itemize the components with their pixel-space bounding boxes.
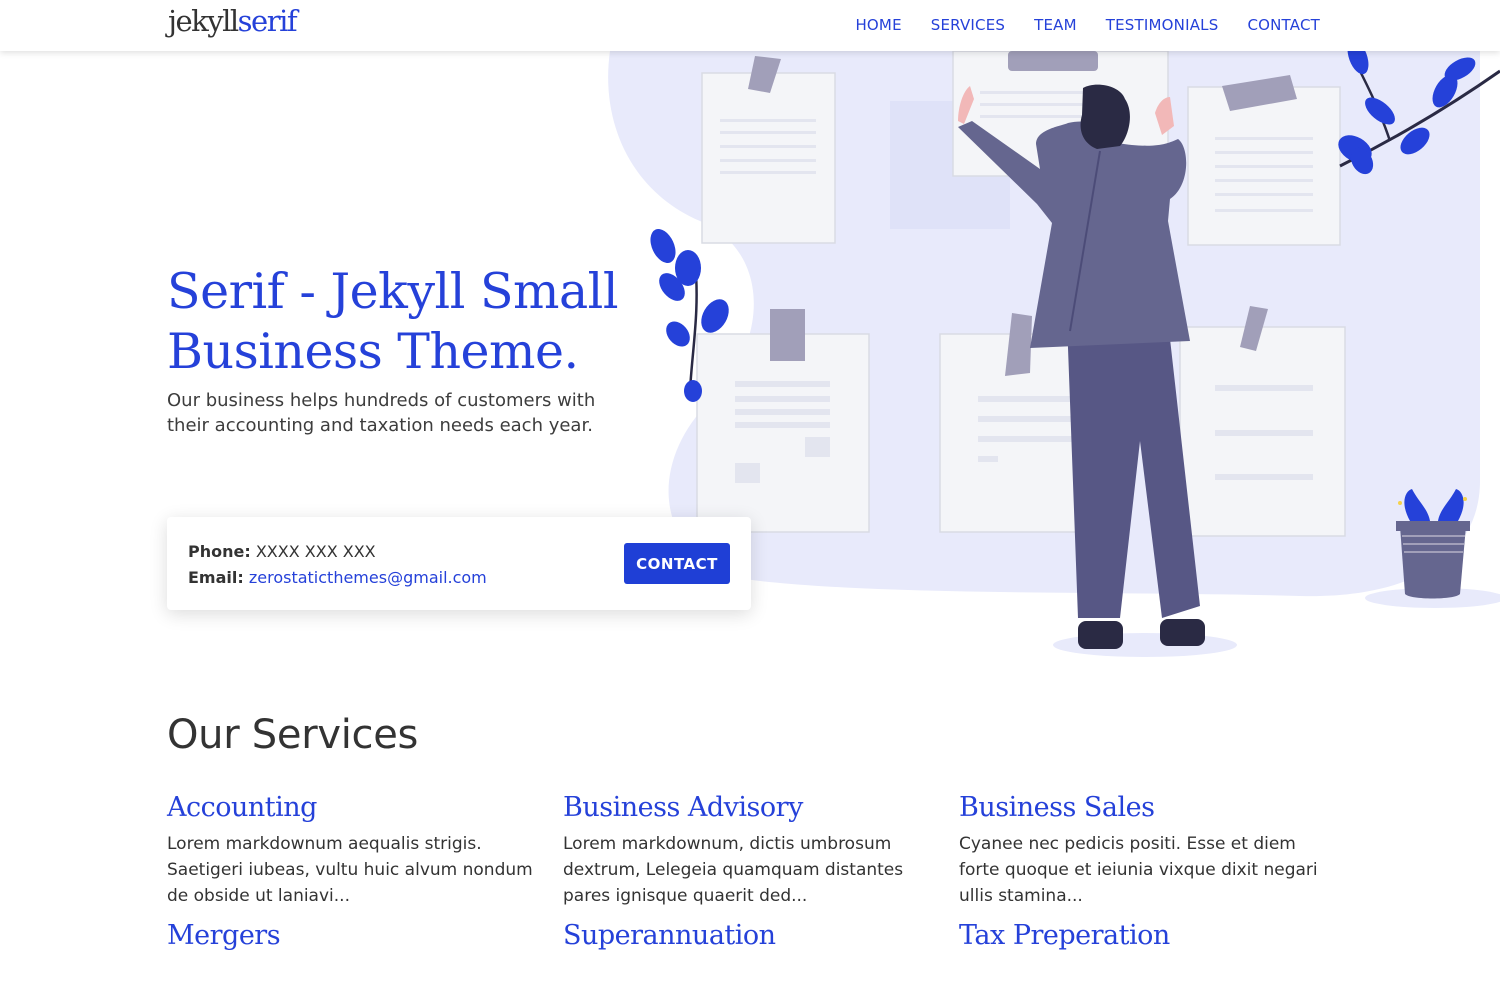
email-line: Email: zerostaticthemes@gmail.com [188, 565, 487, 591]
phone-label: Phone: [188, 542, 251, 561]
service-mergers: Mergers [167, 920, 537, 951]
nav-services[interactable]: SERVICES [931, 16, 1005, 34]
nav-testimonials[interactable]: TESTIMONIALS [1106, 16, 1219, 34]
phone-value: XXXX XXX XXX [255, 542, 376, 561]
service-superannuation: Superannuation [563, 920, 933, 951]
service-accounting: Accounting Lorem markdownum aequalis str… [167, 792, 537, 909]
nav-team[interactable]: TEAM [1034, 16, 1077, 34]
email-label: Email: [188, 568, 244, 587]
phone-line: Phone: XXXX XXX XXX [188, 539, 487, 565]
service-business-advisory: Business Advisory Lorem markdownum, dict… [563, 792, 933, 909]
services-title: Our Services [167, 712, 419, 758]
service-description: Lorem markdownum, dictis umbrosum dextru… [563, 834, 904, 906]
nav-contact[interactable]: CONTACT [1247, 16, 1320, 34]
service-description: Cyanee nec pedicis positi. Esse et diem … [959, 834, 1318, 906]
logo-text-accent: serif [237, 4, 298, 38]
email-link[interactable]: zerostaticthemes@gmail.com [249, 568, 487, 587]
service-title[interactable]: Tax Preperation [959, 920, 1329, 951]
contact-card: Phone: XXXX XXX XXX Email: zerostaticthe… [167, 517, 751, 610]
logo-text-primary: jekyll [168, 4, 239, 38]
service-title[interactable]: Business Sales [959, 792, 1329, 823]
main-nav: HOME SERVICES TEAM TESTIMONIALS CONTACT [855, 16, 1320, 34]
service-title[interactable]: Superannuation [563, 920, 933, 951]
site-header: jekyllserif HOME SERVICES TEAM TESTIMONI… [0, 0, 1500, 51]
nav-home[interactable]: HOME [855, 16, 901, 34]
service-tax-preperation: Tax Preperation [959, 920, 1329, 951]
contact-details: Phone: XXXX XXX XXX Email: zerostaticthe… [188, 539, 487, 591]
site-logo[interactable]: jekyllserif [168, 4, 298, 38]
service-description: Lorem markdownum aequalis strigis. Saeti… [167, 834, 533, 906]
service-title[interactable]: Mergers [167, 920, 537, 951]
hero-title: Serif - Jekyll Small Business Theme. [167, 263, 619, 380]
service-title[interactable]: Business Advisory [563, 792, 933, 823]
service-title[interactable]: Accounting [167, 792, 537, 823]
service-business-sales: Business Sales Cyanee nec pedicis positi… [959, 792, 1329, 909]
contact-button[interactable]: CONTACT [624, 543, 730, 584]
hero-subtitle: Our business helps hundreds of customers… [167, 390, 596, 436]
